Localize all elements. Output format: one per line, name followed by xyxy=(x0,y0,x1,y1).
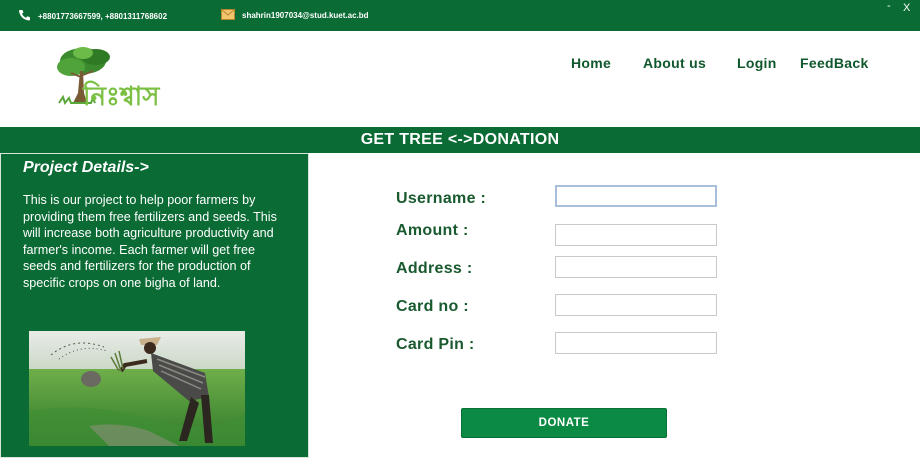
farmer-photo xyxy=(29,331,245,446)
amount-field[interactable] xyxy=(555,224,717,246)
email-contact: shahrin1907034@stud.kuet.ac.bd xyxy=(221,9,369,22)
logo-wordmark: নিঃশ্বাস xyxy=(82,80,160,112)
username-label: Username : xyxy=(396,190,487,207)
username-field[interactable] xyxy=(555,185,717,207)
page-title: GET TREE <->DONATION xyxy=(0,127,920,153)
card-number-field[interactable] xyxy=(555,294,717,316)
address-label: Address : xyxy=(396,260,473,277)
close-button[interactable]: X xyxy=(903,2,910,14)
site-logo[interactable]: নিঃশ্বাস xyxy=(53,45,178,113)
project-details-title: Project Details-> xyxy=(23,159,149,176)
contact-bar: +8801773667599, +8801311768602 shahrin19… xyxy=(0,0,920,31)
card-number-label: Card no : xyxy=(396,298,469,315)
envelope-icon xyxy=(221,9,235,22)
phone-contact: +8801773667599, +8801311768602 xyxy=(18,9,167,23)
address-field[interactable] xyxy=(555,256,717,278)
phone-numbers: +8801773667599, +8801311768602 xyxy=(38,11,168,21)
nav-feedback[interactable]: FeedBack xyxy=(800,55,869,71)
donate-button[interactable]: DONATE xyxy=(461,408,667,438)
site-header: নিঃশ্বাস Home About us Login FeedBack xyxy=(0,31,920,127)
nav-home[interactable]: Home xyxy=(571,55,611,71)
card-pin-field[interactable] xyxy=(555,332,717,354)
phone-icon xyxy=(18,9,31,23)
nav-login[interactable]: Login xyxy=(737,55,777,71)
card-pin-label: Card Pin : xyxy=(396,336,475,353)
project-details-panel: Project Details-> This is our project to… xyxy=(0,153,309,458)
nav-about-us[interactable]: About us xyxy=(643,55,706,71)
project-description: This is our project to help poor farmers… xyxy=(23,193,277,290)
amount-label: Amount : xyxy=(396,222,469,239)
email-address: shahrin1907034@stud.kuet.ac.bd xyxy=(242,11,369,20)
minimize-button[interactable]: - xyxy=(887,0,891,12)
